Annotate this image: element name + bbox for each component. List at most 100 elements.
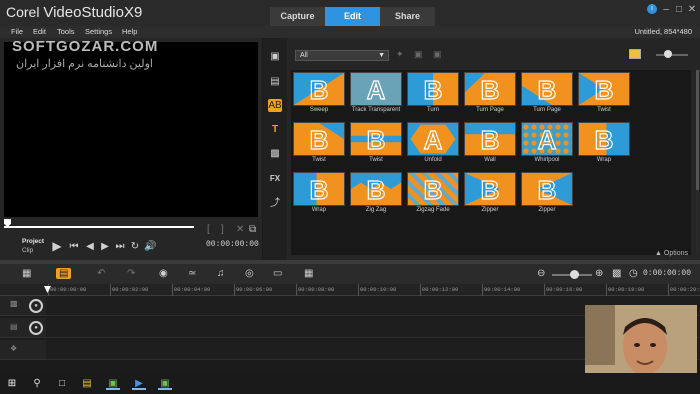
fit-project-icon[interactable]: ▩ xyxy=(612,268,621,279)
videostudio-taskbar-icon[interactable]: ▶ xyxy=(132,377,146,390)
next-frame-icon[interactable]: ▶ xyxy=(99,241,111,252)
mark-in-icon[interactable]: [ xyxy=(207,224,210,235)
taskbar-app-icon[interactable]: ▣ xyxy=(106,377,120,390)
transition-tile[interactable]: A Unfold xyxy=(407,122,459,164)
transition-letter: B xyxy=(480,174,500,205)
timeline-toolbar: ▦ ▤ ↶ ↷ ◉ ≃ ♫ ◎ ▭ ▦ ⊖ ⊕ ▩ ◷ 0:00:00:00 xyxy=(0,264,700,284)
menu-tools[interactable]: Tools xyxy=(57,27,75,36)
close-icon[interactable]: ✕ xyxy=(685,3,699,17)
transition-tile[interactable]: B Twist xyxy=(293,122,345,164)
add-favorite-icon[interactable]: ✦ xyxy=(396,49,404,60)
repeat-icon[interactable]: ↻ xyxy=(129,241,141,252)
graphic-icon[interactable]: ▩ xyxy=(268,147,282,160)
sound-mixer-icon[interactable]: ≃ xyxy=(188,268,196,279)
zoom-in-icon[interactable]: ⊕ xyxy=(595,268,603,279)
storyboard-view-icon[interactable]: ▦ xyxy=(22,268,31,279)
split-clip-icon[interactable]: ✕ xyxy=(236,224,244,235)
thumbnail-size-knob[interactable] xyxy=(664,50,672,58)
timeline-view-icon[interactable]: ▤ xyxy=(56,268,72,279)
previous-frame-icon[interactable]: ◀ xyxy=(84,241,96,252)
apply-current-icon[interactable]: ▣ xyxy=(433,49,442,60)
tab-share[interactable]: Share xyxy=(380,7,435,26)
taskbar-app-2-icon[interactable]: ▣ xyxy=(158,377,172,390)
motion-tracking-icon[interactable]: ◎ xyxy=(245,268,254,279)
app-window: Corel VideoStudioX9 Capture Edit Share i… xyxy=(0,0,700,394)
maximize-icon[interactable]: □ xyxy=(672,3,686,17)
task-view-icon[interactable]: □ xyxy=(55,377,69,390)
windows-taskbar: ⊞ ⚲ □ ▤ ▣ ▶ ▣ xyxy=(0,373,700,394)
timeline-timecode[interactable]: 0:00:00:00 xyxy=(643,269,691,278)
play-icon[interactable]: ▶ xyxy=(51,239,63,253)
menu-edit[interactable]: Edit xyxy=(33,27,46,36)
scrubber-bar[interactable] xyxy=(4,226,194,228)
timeline-zoom-knob[interactable] xyxy=(570,270,579,279)
transition-thumbnail: B xyxy=(293,72,345,106)
menu-help[interactable]: Help xyxy=(122,27,137,36)
transition-tile[interactable]: B Sweep xyxy=(293,72,345,114)
ripple-edit-icon[interactable]: ▤ xyxy=(10,322,18,331)
fx-filter-icon[interactable]: FX xyxy=(268,172,282,185)
zoom-out-icon[interactable]: ⊖ xyxy=(537,268,545,279)
transition-thumbnail: B xyxy=(521,72,573,106)
transition-tile[interactable]: B Zipper xyxy=(521,172,573,214)
transition-tile[interactable]: B Zig Zag xyxy=(350,172,402,214)
transition-tile[interactable]: B Wall xyxy=(464,122,516,164)
gallery-scrollbar[interactable] xyxy=(696,70,699,255)
transition-label: Sweep xyxy=(309,107,329,113)
view-toggle-icon[interactable] xyxy=(629,49,641,59)
gallery-filter-dropdown[interactable]: All ▼ xyxy=(295,50,389,61)
volume-icon[interactable]: 🔊 xyxy=(144,241,156,252)
multi-trim-icon[interactable]: ▦ xyxy=(304,268,313,279)
transition-tile[interactable]: B Wrap xyxy=(578,122,630,164)
search-icon[interactable]: ⚲ xyxy=(30,377,44,390)
transition-thumbnail: B xyxy=(464,72,516,106)
transition-tile[interactable]: B Twist xyxy=(350,122,402,164)
track-manager-icon[interactable]: ▩ xyxy=(10,299,18,308)
path-icon[interactable]: ⤴ xyxy=(268,197,282,210)
undo-icon[interactable]: ↶ xyxy=(97,268,105,279)
transition-tile[interactable]: B Twist xyxy=(578,72,630,114)
home-icon[interactable]: ⏮ xyxy=(68,241,80,252)
transition-tile[interactable]: B Turn xyxy=(407,72,459,114)
transition-tile[interactable]: A Whirlpool xyxy=(521,122,573,164)
menu-settings[interactable]: Settings xyxy=(85,27,112,36)
timeline-ruler[interactable]: 00:00:00:00 00:00:02:00 00:00:04:00 00:00:0… xyxy=(0,284,700,296)
overlay-track-icon: ● xyxy=(29,321,43,335)
redo-icon[interactable]: ↷ xyxy=(127,268,135,279)
transition-icon[interactable]: AB xyxy=(268,99,282,112)
enlarge-preview-icon[interactable]: ⧉ xyxy=(249,224,256,235)
title-icon[interactable]: T xyxy=(268,123,282,136)
transition-label: Zipper xyxy=(538,207,556,213)
transition-tile[interactable]: B Wrap xyxy=(293,172,345,214)
subtitle-editor-icon[interactable]: ▭ xyxy=(273,268,282,279)
transition-thumbnail: B xyxy=(578,122,630,156)
transition-tile[interactable]: A Track Transparent xyxy=(350,72,402,114)
transition-thumbnail: B xyxy=(464,172,516,206)
instant-project-icon[interactable]: ▤ xyxy=(268,75,282,88)
thumbnail-size-slider[interactable] xyxy=(656,54,688,56)
transition-tile[interactable]: B Turn Page xyxy=(464,72,516,114)
ruler-tick xyxy=(544,284,545,296)
end-icon[interactable]: ⏭ xyxy=(114,241,126,252)
windows-start-icon[interactable]: ⊞ xyxy=(5,377,19,390)
help-icon[interactable]: i xyxy=(647,4,657,14)
track-lock-icon[interactable]: ❖ xyxy=(10,344,17,353)
media-icon[interactable]: ▣ xyxy=(268,50,282,63)
tab-edit[interactable]: Edit xyxy=(325,7,380,26)
apply-random-icon[interactable]: ▣ xyxy=(414,49,423,60)
file-explorer-icon[interactable]: ▤ xyxy=(80,377,94,390)
clip-mode-label[interactable]: Clip xyxy=(22,247,33,254)
menu-file[interactable]: File xyxy=(11,27,23,36)
options-button[interactable]: ▲ Options xyxy=(655,250,688,257)
project-mode-label[interactable]: Project xyxy=(22,238,44,245)
gallery-scrollbar-thumb[interactable] xyxy=(696,70,699,190)
transition-tile[interactable]: B Zigzag Fade xyxy=(407,172,459,214)
minimize-icon[interactable]: – xyxy=(659,3,673,17)
mark-out-icon[interactable]: ] xyxy=(221,224,224,235)
transition-tile[interactable]: B Turn Page xyxy=(521,72,573,114)
auto-music-icon[interactable]: ♫ xyxy=(217,268,225,279)
record-capture-icon[interactable]: ◉ xyxy=(159,268,168,279)
preview-timecode[interactable]: 00:00:00:00 xyxy=(206,240,259,249)
transition-tile[interactable]: B Zipper xyxy=(464,172,516,214)
tab-capture[interactable]: Capture xyxy=(270,7,325,26)
